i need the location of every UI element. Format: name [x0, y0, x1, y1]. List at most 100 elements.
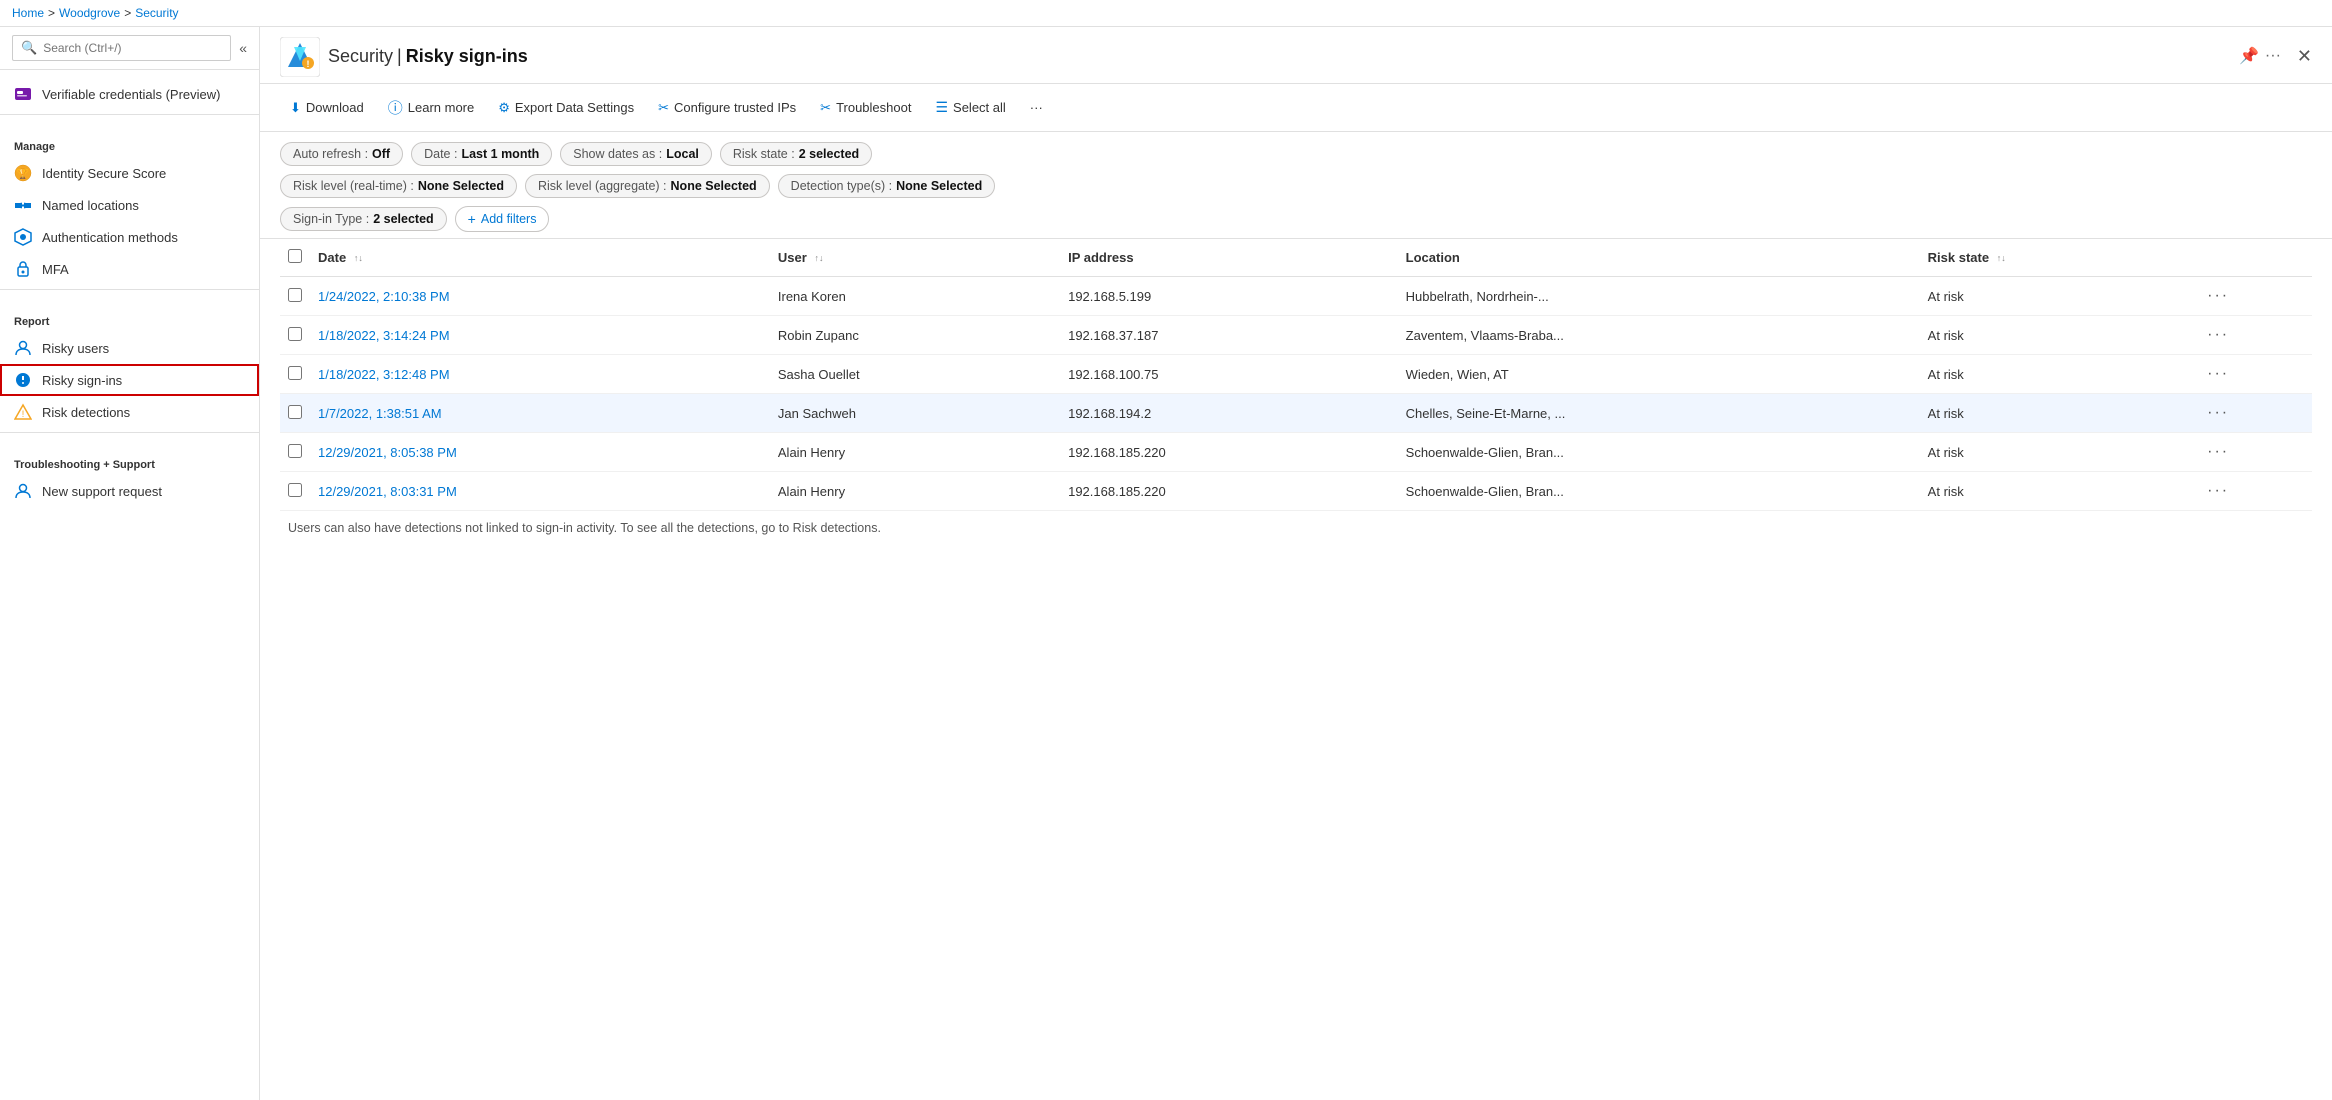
row-more-button-1[interactable]: ···: [2207, 326, 2229, 343]
row-checkbox-4[interactable]: [288, 444, 302, 458]
row-checkbox-cell-3[interactable]: [280, 394, 310, 433]
row-more-0[interactable]: ···: [2199, 277, 2312, 316]
authentication-methods-icon: [14, 228, 32, 246]
select-all-button[interactable]: ☰ Select all: [925, 94, 1015, 121]
sign-in-type-value: 2 selected: [373, 212, 433, 226]
sidebar-item-risk-detections[interactable]: ! Risk detections: [0, 396, 259, 428]
sidebar-item-new-support-request-label: New support request: [42, 484, 162, 499]
row-date-3[interactable]: 1/7/2022, 1:38:51 AM: [310, 394, 770, 433]
user-sort-icon[interactable]: ↑↓: [814, 254, 823, 263]
row-more-2[interactable]: ···: [2199, 355, 2312, 394]
search-input[interactable]: [43, 41, 222, 55]
row-more-5[interactable]: ···: [2199, 472, 2312, 511]
row-ip-5: 192.168.185.220: [1060, 472, 1398, 511]
row-more-button-3[interactable]: ···: [2207, 404, 2229, 421]
table-row: 12/29/2021, 8:05:38 PM Alain Henry 192.1…: [280, 433, 2312, 472]
row-location-4: Schoenwalde-Glien, Bran...: [1398, 433, 1920, 472]
toolbar-more-button[interactable]: ···: [1020, 95, 1053, 120]
select-all-checkbox-header[interactable]: [280, 239, 310, 277]
add-filters-button[interactable]: + Add filters: [455, 206, 550, 232]
collapse-sidebar-button[interactable]: «: [239, 40, 247, 56]
row-more-1[interactable]: ···: [2199, 316, 2312, 355]
row-more-button-2[interactable]: ···: [2207, 365, 2229, 382]
sidebar-section-manage-title: Manage: [0, 135, 259, 157]
content-area: ! Security | Risky sign-ins 📌 ··· ✕: [260, 27, 2332, 1100]
risk-level-realtime-label: Risk level (real-time) :: [293, 179, 414, 193]
row-risk-state-3: At risk: [1920, 394, 2199, 433]
show-dates-as-label: Show dates as :: [573, 147, 662, 161]
sidebar-item-risky-users-label: Risky users: [42, 341, 109, 356]
header-checkbox[interactable]: [288, 249, 302, 263]
row-date-1[interactable]: 1/18/2022, 3:14:24 PM: [310, 316, 770, 355]
export-data-settings-button[interactable]: ⚙ Export Data Settings: [488, 95, 644, 121]
configure-trusted-ips-button[interactable]: ✂ Configure trusted IPs: [648, 95, 806, 121]
close-button[interactable]: ✕: [2297, 46, 2312, 67]
risk-level-aggregate-filter[interactable]: Risk level (aggregate) : None Selected: [525, 174, 770, 198]
download-button[interactable]: ⬇ Download: [280, 95, 374, 121]
header-actions: 📌 ··· ✕: [2239, 46, 2312, 67]
risk-state-filter[interactable]: Risk state : 2 selected: [720, 142, 872, 166]
row-checkbox-cell-0[interactable]: [280, 277, 310, 316]
row-checkbox-cell-1[interactable]: [280, 316, 310, 355]
row-risk-state-4: At risk: [1920, 433, 2199, 472]
row-checkbox-cell-2[interactable]: [280, 355, 310, 394]
pin-icon[interactable]: 📌: [2239, 46, 2259, 66]
auto-refresh-filter[interactable]: Auto refresh : Off: [280, 142, 403, 166]
configure-trusted-ips-label: Configure trusted IPs: [674, 100, 796, 115]
row-more-button-5[interactable]: ···: [2207, 482, 2229, 499]
sidebar-section-report-title: Report: [0, 310, 259, 332]
identity-secure-score-icon: 🏆: [14, 164, 32, 182]
troubleshoot-button[interactable]: ✂ Troubleshoot: [810, 95, 921, 121]
location-column-header: Location: [1398, 239, 1920, 277]
row-checkbox-1[interactable]: [288, 327, 302, 341]
row-checkbox-0[interactable]: [288, 288, 302, 302]
show-dates-as-filter[interactable]: Show dates as : Local: [560, 142, 712, 166]
sign-in-type-filter[interactable]: Sign-in Type : 2 selected: [280, 207, 447, 231]
row-more-button-4[interactable]: ···: [2207, 443, 2229, 460]
learn-more-icon: ⓘ: [388, 97, 403, 118]
risk-level-realtime-filter[interactable]: Risk level (real-time) : None Selected: [280, 174, 517, 198]
row-user-3: Jan Sachweh: [770, 394, 1060, 433]
sidebar-item-authentication-methods[interactable]: Authentication methods: [0, 221, 259, 253]
row-more-4[interactable]: ···: [2199, 433, 2312, 472]
date-filter[interactable]: Date : Last 1 month: [411, 142, 552, 166]
user-column-header[interactable]: User ↑↓: [770, 239, 1060, 277]
row-checkbox-5[interactable]: [288, 483, 302, 497]
row-date-5[interactable]: 12/29/2021, 8:03:31 PM: [310, 472, 770, 511]
user-column-label: User: [778, 250, 807, 265]
row-checkbox-2[interactable]: [288, 366, 302, 380]
sidebar-item-verifiable-credentials[interactable]: Verifiable credentials (Preview): [0, 78, 259, 110]
row-date-0[interactable]: 1/24/2022, 2:10:38 PM: [310, 277, 770, 316]
sidebar-item-named-locations[interactable]: Named locations: [0, 189, 259, 221]
risk-state-sort-icon[interactable]: ↑↓: [1997, 254, 2006, 263]
risk-state-column-header[interactable]: Risk state ↑↓: [1920, 239, 2199, 277]
row-ip-0: 192.168.5.199: [1060, 277, 1398, 316]
sidebar-item-risky-sign-ins[interactable]: Risky sign-ins: [0, 364, 259, 396]
row-more-3[interactable]: ···: [2199, 394, 2312, 433]
breadcrumb-security[interactable]: Security: [135, 6, 178, 20]
row-date-4[interactable]: 12/29/2021, 8:05:38 PM: [310, 433, 770, 472]
sidebar-item-identity-secure-score[interactable]: 🏆 Identity Secure Score: [0, 157, 259, 189]
learn-more-button[interactable]: ⓘ Learn more: [378, 92, 485, 123]
page-title-risky-sign-ins: Risky sign-ins: [406, 46, 528, 67]
date-column-header[interactable]: Date ↑↓: [310, 239, 770, 277]
row-date-2[interactable]: 1/18/2022, 3:12:48 PM: [310, 355, 770, 394]
detection-types-filter[interactable]: Detection type(s) : None Selected: [778, 174, 996, 198]
sidebar-item-risky-users[interactable]: Risky users: [0, 332, 259, 364]
row-more-button-0[interactable]: ···: [2207, 287, 2229, 304]
search-box[interactable]: 🔍: [12, 35, 231, 61]
row-ip-3: 192.168.194.2: [1060, 394, 1398, 433]
troubleshoot-label: Troubleshoot: [836, 100, 911, 115]
row-checkbox-cell-5[interactable]: [280, 472, 310, 511]
sidebar-item-mfa-label: MFA: [42, 262, 69, 277]
header-more-button[interactable]: ···: [2265, 47, 2281, 65]
svg-text:!: !: [22, 409, 25, 419]
table-row: 12/29/2021, 8:03:31 PM Alain Henry 192.1…: [280, 472, 2312, 511]
row-checkbox-cell-4[interactable]: [280, 433, 310, 472]
sidebar-item-mfa[interactable]: MFA: [0, 253, 259, 285]
breadcrumb-home[interactable]: Home: [12, 6, 44, 20]
date-sort-icon[interactable]: ↑↓: [354, 254, 363, 263]
breadcrumb-woodgrove[interactable]: Woodgrove: [59, 6, 120, 20]
row-checkbox-3[interactable]: [288, 405, 302, 419]
sidebar-item-new-support-request[interactable]: New support request: [0, 475, 259, 507]
